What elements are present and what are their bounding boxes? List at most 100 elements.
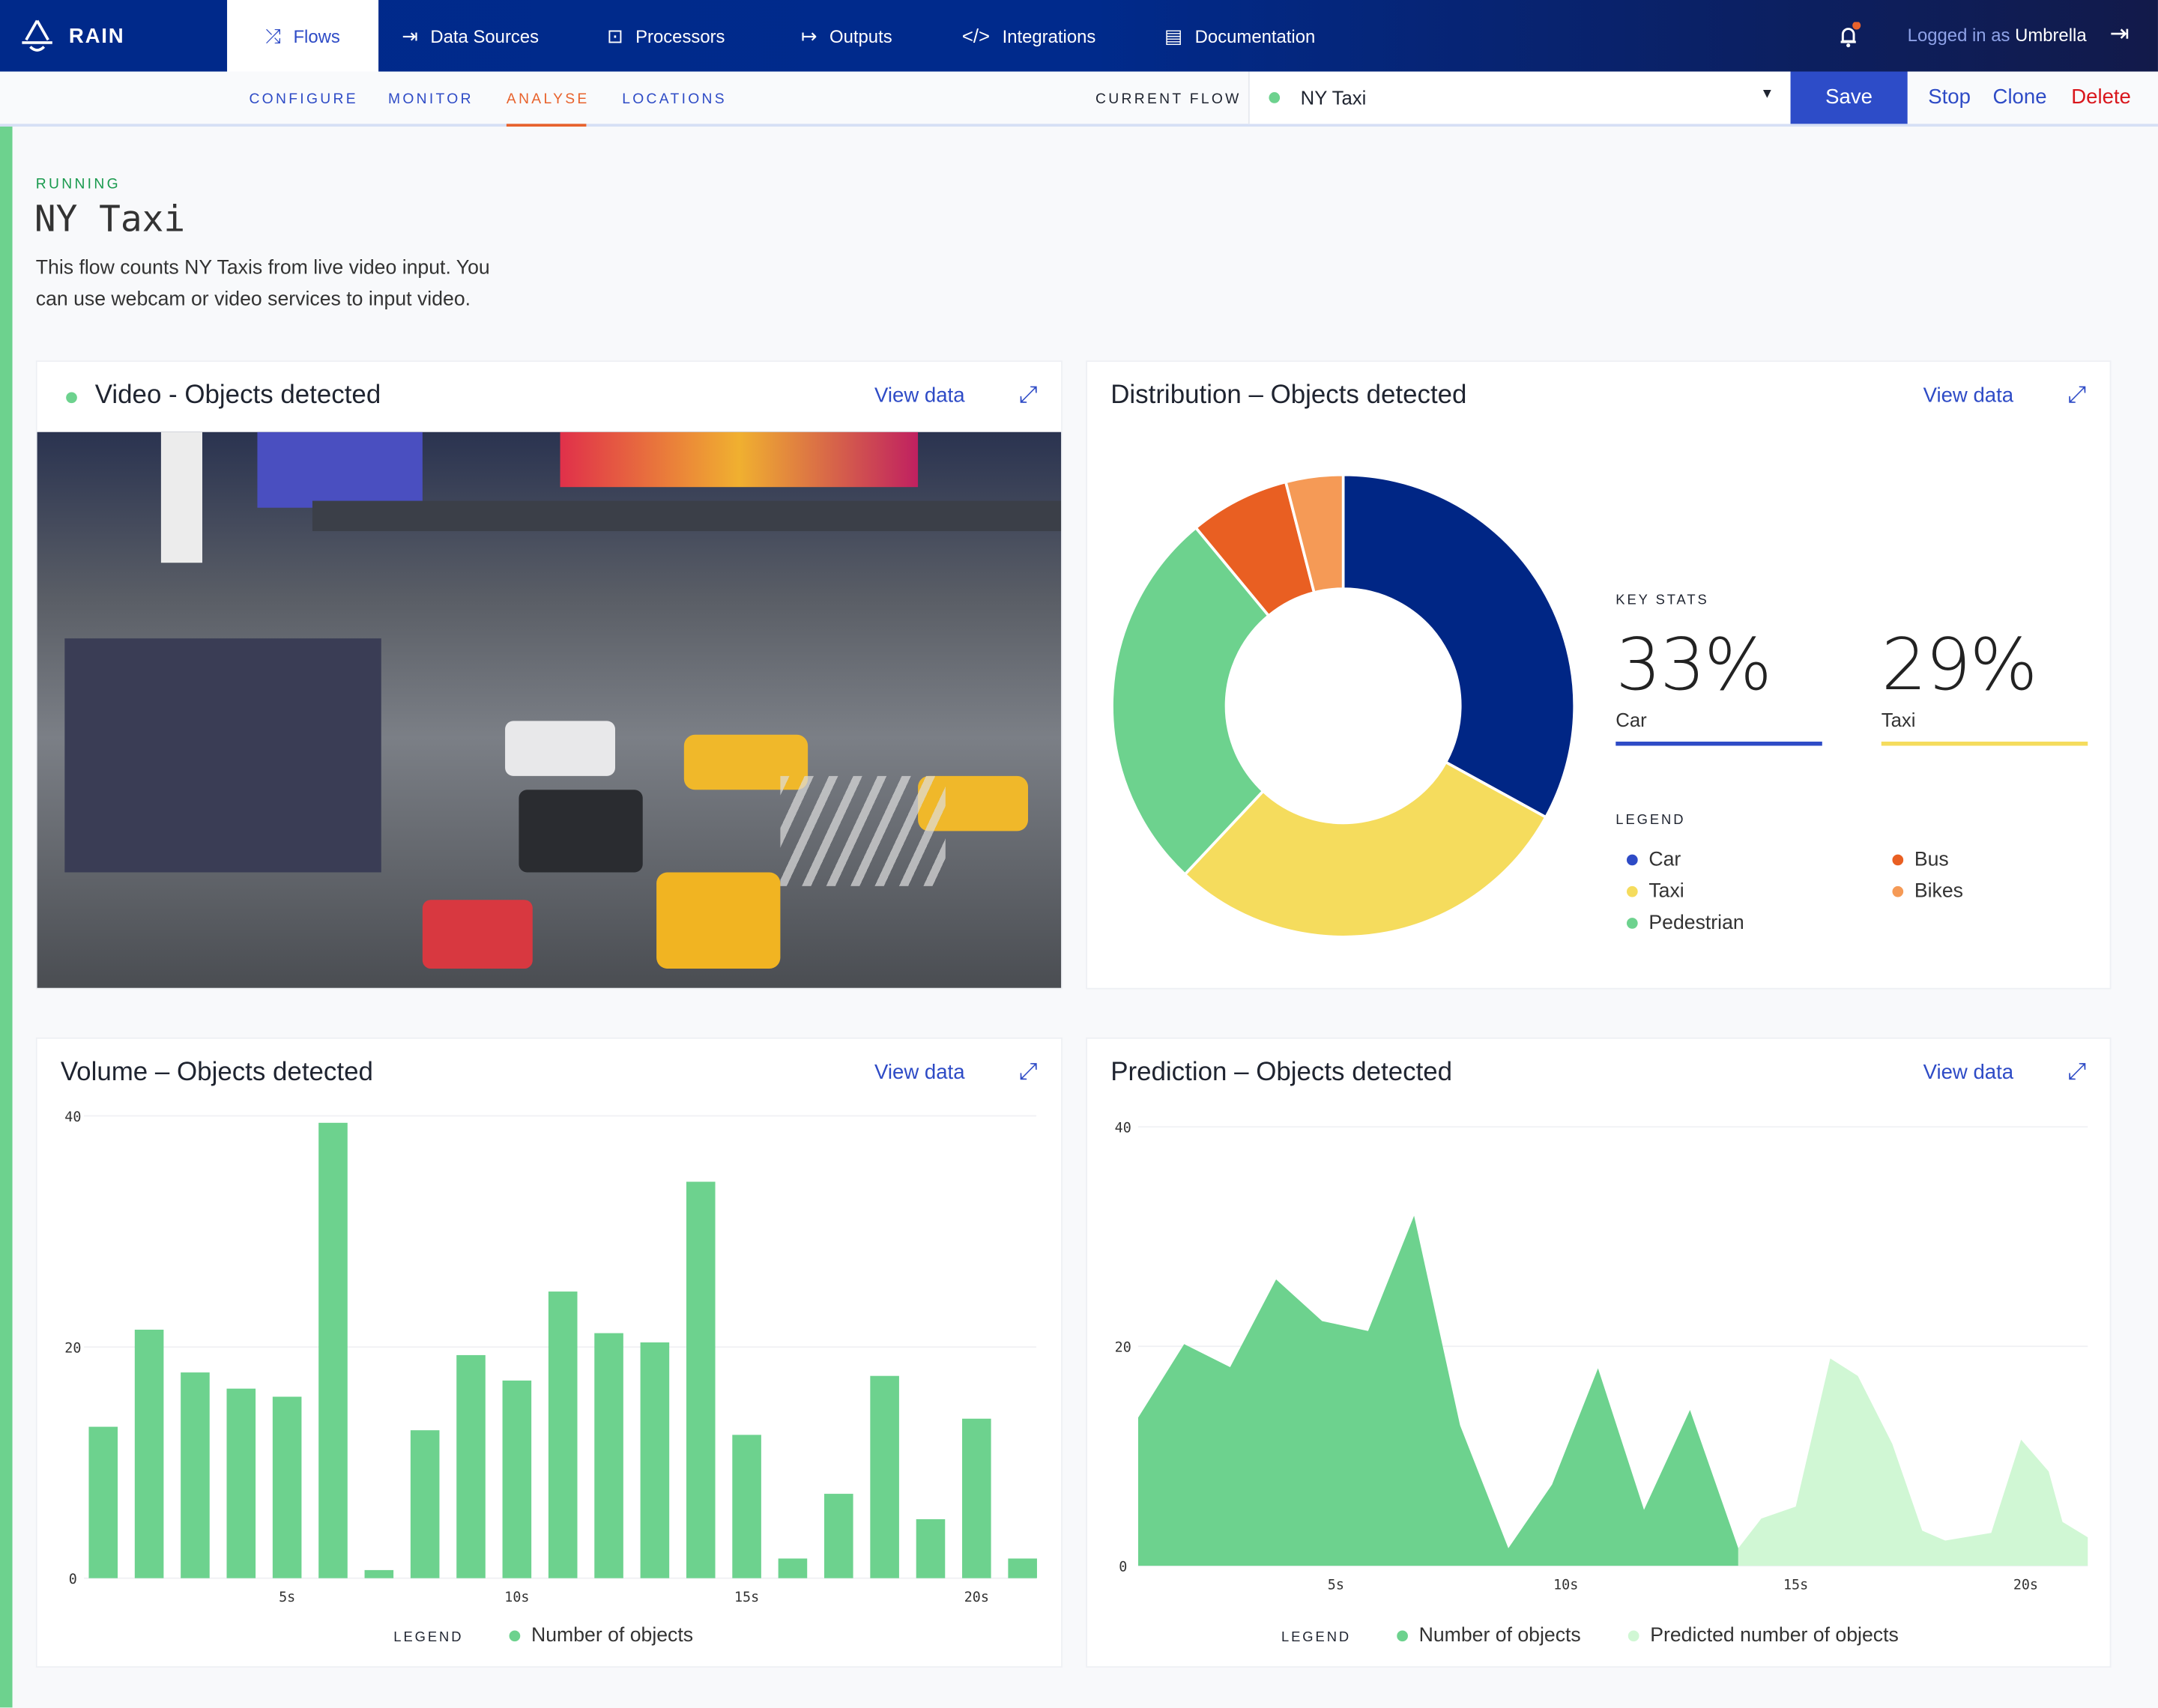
bar xyxy=(962,1418,991,1578)
description-line: This flow counts NY Taxis from live vide… xyxy=(35,257,490,279)
clone-button[interactable]: Clone xyxy=(1993,85,2047,109)
y-tick-label: 40 xyxy=(64,1109,81,1125)
y-tick-label: 20 xyxy=(1115,1340,1131,1356)
nav-outputs[interactable]: ↦ Outputs xyxy=(801,0,892,72)
bar xyxy=(456,1354,486,1578)
bar xyxy=(640,1342,670,1578)
legend-item-pedestrian: Pedestrian xyxy=(1626,912,1744,934)
card-title: Video - Objects detected xyxy=(94,381,381,411)
y-tick-label: 40 xyxy=(1115,1121,1131,1136)
status-stripe xyxy=(0,126,13,1708)
volume-card: Volume – Objects detected View data ⤢ 02… xyxy=(35,1037,1063,1668)
stat-value: 29% xyxy=(1881,624,2038,708)
bar xyxy=(134,1329,164,1578)
x-tick-label: 15s xyxy=(734,1590,759,1605)
legend-text: Predicted number of objects xyxy=(1650,1625,1899,1647)
legend-dot xyxy=(1626,886,1638,897)
bar-chart: 0 20 40 5s 10s 15s 20s xyxy=(64,1109,1037,1605)
bar xyxy=(823,1494,853,1578)
y-tick-label: 0 xyxy=(69,1572,77,1587)
legend-dot xyxy=(1397,1630,1408,1642)
brand-logo[interactable]: RAIN xyxy=(0,0,228,72)
bar xyxy=(410,1430,440,1578)
brand-name: RAIN xyxy=(68,24,125,48)
nav-label: Integrations xyxy=(1002,25,1096,46)
nav-data-sources[interactable]: ⇥ Data Sources xyxy=(402,0,539,72)
bar xyxy=(870,1375,899,1578)
stat-name: Taxi xyxy=(1881,708,1916,731)
nav-label: Processors xyxy=(635,25,725,46)
x-tick-label: 10s xyxy=(1553,1577,1578,1593)
y-tick-label: 20 xyxy=(64,1340,81,1356)
area-series-actual xyxy=(1137,1215,1738,1566)
tab-configure[interactable]: CONFIGURE xyxy=(249,72,357,124)
view-data-link[interactable]: View data xyxy=(874,384,965,407)
bar xyxy=(272,1396,302,1578)
bar xyxy=(181,1372,210,1578)
bar xyxy=(548,1291,578,1578)
stat-bar xyxy=(1616,741,1822,746)
nav-documentation[interactable]: ▤ Documentation xyxy=(1164,0,1315,72)
legend-item-bikes: Bikes xyxy=(1892,880,1963,903)
robot-icon: ⊡ xyxy=(606,24,623,46)
legend-text: Car xyxy=(1648,849,1681,871)
legend-text: Number of objects xyxy=(531,1625,694,1647)
arrow-to-right-icon: ⇥ xyxy=(402,24,418,46)
logout-icon[interactable]: ⇥ xyxy=(2110,21,2130,49)
stop-button[interactable]: Stop xyxy=(1928,85,1971,109)
legend-dot xyxy=(1892,854,1904,866)
notifications-button[interactable] xyxy=(1836,21,1864,56)
expand-icon[interactable]: ⤢ xyxy=(1019,381,1038,409)
tab-monitor[interactable]: MONITOR xyxy=(388,72,474,124)
legend-item-bus: Bus xyxy=(1892,849,1949,871)
y-tick-label: 0 xyxy=(1119,1560,1127,1575)
current-flow-value: NY Taxi xyxy=(1300,86,1367,109)
prediction-card: Prediction – Objects detected View data … xyxy=(1086,1037,2112,1668)
delete-button[interactable]: Delete xyxy=(2071,85,2131,109)
nav-flows[interactable]: ⤮ Flows xyxy=(227,0,379,72)
bar xyxy=(502,1380,532,1578)
notification-badge xyxy=(1852,21,1861,30)
view-data-link[interactable]: View data xyxy=(1923,384,2014,407)
flow-status: RUNNING xyxy=(35,176,121,193)
bar xyxy=(226,1388,256,1578)
nav-integrations[interactable]: </> Integrations xyxy=(962,0,1096,72)
app-root: RAIN ⤮ Flows ⇥ Data Sources ⊡ Processors ↦ O… xyxy=(0,0,2158,1708)
expand-icon[interactable]: ⤢ xyxy=(2067,381,2086,409)
nav-label: Documentation xyxy=(1194,25,1316,46)
shuffle-icon: ⤮ xyxy=(265,24,281,46)
bar xyxy=(88,1426,118,1578)
bar xyxy=(916,1519,946,1578)
live-status-dot xyxy=(66,392,77,404)
tab-analyse[interactable]: ANALYSE xyxy=(506,72,587,127)
legend-item: Predicted number of objects xyxy=(1627,1625,1899,1647)
bar xyxy=(1008,1558,1037,1578)
legend-text: Taxi xyxy=(1648,880,1684,903)
nav-processors[interactable]: ⊡ Processors xyxy=(607,0,725,72)
x-tick-label: 20s xyxy=(964,1590,989,1605)
x-tick-label: 5s xyxy=(1328,1577,1344,1593)
legend-label: LEGEND xyxy=(1616,813,1686,829)
legend-item-car: Car xyxy=(1626,849,1681,871)
code-icon: </> xyxy=(961,25,991,47)
legend-text: Number of objects xyxy=(1418,1625,1581,1647)
username: Umbrella xyxy=(2015,25,2087,46)
legend-dot xyxy=(1627,1630,1639,1642)
distribution-card: Distribution – Objects detected View dat… xyxy=(1086,360,2112,990)
description-line: can use webcam or video services to inpu… xyxy=(35,288,471,312)
top-navigation: RAIN ⤮ Flows ⇥ Data Sources ⊡ Processors ↦ O… xyxy=(0,0,2158,72)
video-feed-image[interactable] xyxy=(37,431,1062,988)
status-dot xyxy=(1269,92,1281,103)
nav-label: Outputs xyxy=(829,25,892,46)
bell-icon xyxy=(1840,21,1861,48)
legend-item: Number of objects xyxy=(509,1625,694,1647)
nav-label: Flows xyxy=(293,25,340,46)
tab-locations[interactable]: LOCATIONS xyxy=(622,72,727,124)
legend-item: Number of objects xyxy=(1397,1625,1581,1647)
arrow-from-bar-icon: ↦ xyxy=(800,24,817,46)
sub-navigation: CONFIGURE MONITOR ANALYSE LOCATIONS CURR… xyxy=(0,71,2158,127)
current-flow-select[interactable]: NY Taxi ▼ xyxy=(1248,71,1791,124)
save-button[interactable]: Save xyxy=(1790,71,1908,124)
bar xyxy=(594,1333,623,1578)
area-series-predicted xyxy=(1738,1358,2088,1566)
